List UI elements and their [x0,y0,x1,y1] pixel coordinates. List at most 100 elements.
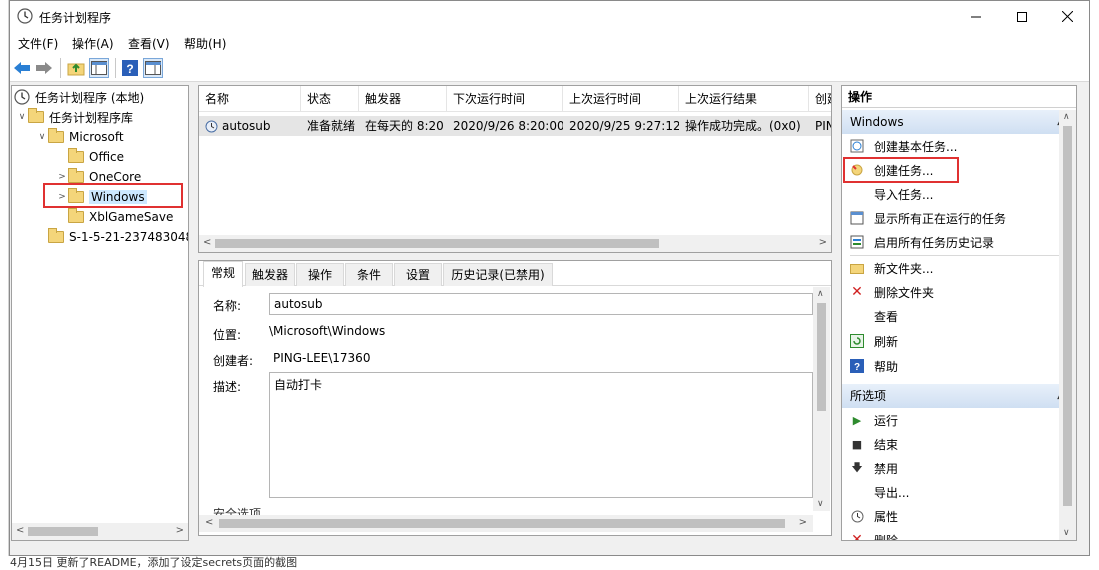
action-create-basic-task[interactable]: 创建基本任务... [842,134,1074,158]
tab-actions[interactable]: 操作 [296,263,344,286]
detail-vertical-scrollbar[interactable]: ∧ ∨ [813,287,830,511]
scroll-thumb[interactable] [215,239,659,248]
menu-view[interactable]: 查看(V) [128,35,170,52]
tree-item-library[interactable]: ∨ 任务计划程序库 [16,107,133,127]
detail-tabs: 常规 触发器 操作 条件 设置 历史记录(已禁用) [199,261,831,287]
background-window-edge [0,0,9,570]
name-field[interactable]: autosub [269,293,813,315]
scroll-down-icon[interactable]: ∨ [1063,528,1070,538]
action-run[interactable]: ▶ 运行 [842,408,1074,432]
column-status[interactable]: 状态 [301,86,359,112]
tab-general[interactable]: 常规 [203,261,243,287]
action-export[interactable]: 导出... [842,480,1074,504]
tree-item-xblgamesave[interactable]: XblGameSave [56,207,173,227]
scroll-thumb[interactable] [1063,126,1072,506]
action-help[interactable]: ? 帮助 [842,354,1074,378]
action-label: 新文件夹... [874,261,934,276]
tab-history[interactable]: 历史记录(已禁用) [443,263,553,286]
column-author[interactable]: 创建 [809,86,831,112]
action-end[interactable]: ■ 结束 [842,432,1074,456]
cell-status: 准备就绪 [307,119,356,133]
action-new-folder[interactable]: 新文件夹... [842,256,1074,280]
scroll-left-icon[interactable]: < [205,517,213,528]
history-icon [849,234,865,250]
scroll-thumb[interactable] [817,303,826,411]
help-icon[interactable]: ? [120,58,140,78]
minimize-button[interactable] [953,1,999,32]
tree-label-sid: S-1-5-21-237483048 [69,230,189,244]
tab-triggers[interactable]: 触发器 [245,263,295,286]
scroll-left-icon[interactable]: < [16,525,24,536]
section-selected-item[interactable]: 所选项 ▲ [842,384,1074,408]
tree-item-sid[interactable]: S-1-5-21-237483048 [36,227,189,247]
cell-name: autosub [199,116,301,136]
actions-vertical-scrollbar[interactable]: ∧ ∨ [1059,110,1076,540]
actions-pane: 操作 Windows ▲ 创建基本任务... 创建任务... 导入任务... 显… [841,85,1077,541]
expanded-chevron-icon[interactable]: ∨ [16,112,28,122]
expanded-chevron-icon[interactable]: ∨ [36,132,48,142]
scroll-up-icon[interactable]: ∧ [817,289,824,299]
clock-icon [17,8,33,24]
tree-item-office[interactable]: Office [56,147,124,167]
action-refresh[interactable]: 刷新 [842,329,1074,353]
table-row[interactable]: autosub 准备就绪 在每天的 8:20 2020/9/26 8:20:00… [199,116,831,136]
column-name[interactable]: 名称 [199,86,301,112]
tree-item-microsoft[interactable]: ∨ Microsoft [36,127,124,147]
action-label: 禁用 [874,461,899,476]
description-label: 描述: [213,380,242,394]
column-last-run[interactable]: 上次运行时间 [563,86,679,112]
action-properties[interactable]: 属性 [842,504,1074,528]
show-action-pane-icon[interactable] [143,58,163,78]
description-field[interactable]: 自动打卡 [269,372,813,498]
scroll-left-icon[interactable]: < [203,237,211,248]
toolbar: ? [10,54,1089,82]
scroll-right-icon[interactable]: > [819,237,827,248]
folder-icon [68,168,84,183]
actions-pane-title: 操作 [842,86,1076,108]
highlight-box-windows [43,183,183,208]
collapsed-chevron-icon[interactable]: > [56,172,68,182]
properties-clock-icon [849,508,865,524]
menu-help[interactable]: 帮助(H) [184,35,226,52]
scroll-right-icon[interactable]: > [176,525,184,536]
navigation-tree: 任务计划程序 (本地) ∨ 任务计划程序库 ∨ Microsoft Office… [11,85,189,541]
action-disable[interactable]: 🡇 禁用 [842,456,1074,480]
create-basic-task-icon [849,138,865,154]
folder-icon [68,148,84,163]
scroll-right-icon[interactable]: > [799,517,807,528]
tree-horizontal-scrollbar[interactable]: < > [12,523,188,540]
action-enable-history[interactable]: 启用所有任务历史记录 [842,230,1074,254]
action-import-task[interactable]: 导入任务... [842,182,1074,206]
action-show-running[interactable]: 显示所有正在运行的任务 [842,206,1074,230]
location-label: 位置: [213,328,242,342]
up-folder-icon[interactable] [66,58,86,78]
highlight-box-create-task [843,157,959,183]
scroll-thumb[interactable] [28,527,98,536]
scroll-thumb[interactable] [219,519,785,528]
forward-icon[interactable] [34,58,54,78]
column-next-run[interactable]: 下次运行时间 [447,86,563,112]
clock-icon [14,89,30,105]
maximize-button[interactable] [999,1,1045,32]
menu-file[interactable]: 文件(F) [18,35,58,52]
detail-horizontal-scrollbar[interactable]: < > [199,515,813,532]
tab-settings[interactable]: 设置 [394,263,442,286]
scroll-up-icon[interactable]: ∧ [1063,112,1070,122]
menu-action[interactable]: 操作(A) [72,35,114,52]
close-button[interactable] [1044,1,1090,32]
column-last-result[interactable]: 上次运行结果 [679,86,809,112]
tab-conditions[interactable]: 条件 [345,263,393,286]
show-tree-icon[interactable] [89,58,109,78]
list-horizontal-scrollbar[interactable]: < > [199,235,831,252]
section-selected-item-label: 所选项 [850,389,887,403]
tree-item-root[interactable]: 任务计划程序 (本地) [14,87,144,107]
back-icon[interactable] [12,58,32,78]
action-delete-folder[interactable]: ✕ 删除文件夹 [842,280,1074,304]
task-clock-icon [205,120,218,133]
action-label: 结束 [874,437,899,452]
section-windows[interactable]: Windows ▲ [842,110,1074,134]
action-delete[interactable]: ✕ 删除 [842,528,1074,540]
action-view[interactable]: 查看 ▶ [842,304,1074,328]
column-trigger[interactable]: 触发器 [359,86,447,112]
scroll-down-icon[interactable]: ∨ [817,499,824,509]
